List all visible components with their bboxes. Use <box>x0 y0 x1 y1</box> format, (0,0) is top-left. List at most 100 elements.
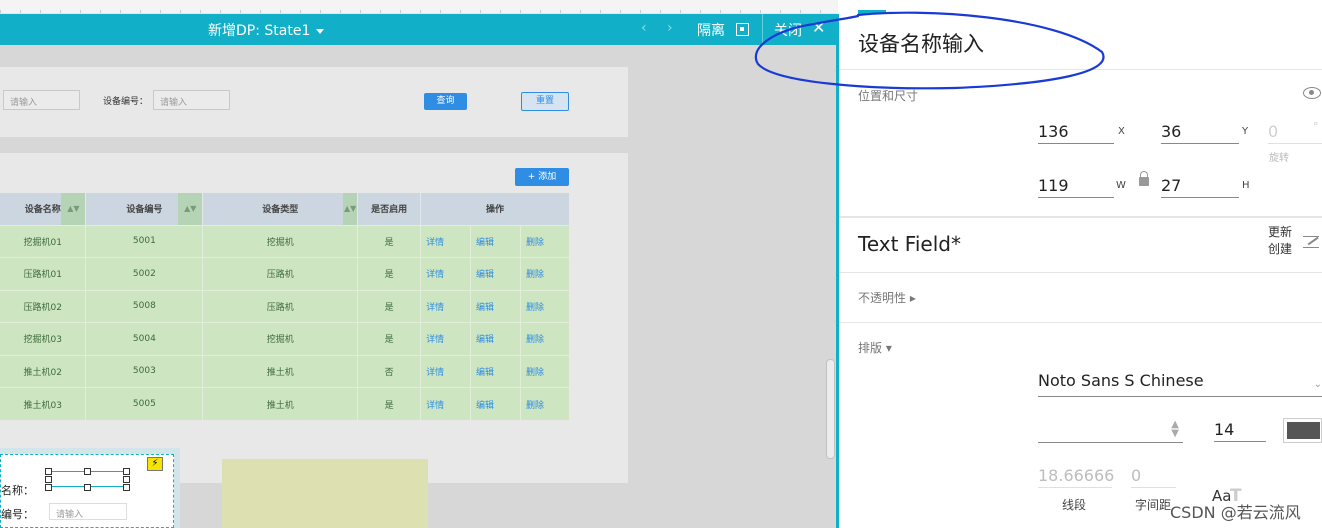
state-title-dropdown[interactable]: 新增DP: State1 <box>208 20 325 40</box>
cell-type: 挖掘机 <box>202 224 359 258</box>
divider <box>839 216 1322 218</box>
fit-screen-icon[interactable] <box>736 23 749 36</box>
code-input[interactable]: 请输入 <box>49 503 127 520</box>
cell-code: 5002 <box>85 257 204 290</box>
design-canvas[interactable]: 请输入 设备编号： 请输入 查询 重置 + 添加 设备名称 ▲▼ 设备编号 ▲▼ 设… <box>0 45 836 528</box>
edit-link[interactable]: 编辑 <box>470 354 521 388</box>
cell-name: 压路机02 <box>0 289 87 323</box>
table-row: 压路机01 5002 压路机 是 详情 编辑 删除 <box>0 257 571 290</box>
detail-link[interactable]: 详情 <box>420 257 472 290</box>
close-button[interactable]: 关闭 <box>774 20 802 40</box>
y-input[interactable]: 36 <box>1161 120 1239 144</box>
cell-code: 5008 <box>85 289 204 323</box>
cell-type: 挖掘机 <box>202 322 359 355</box>
code-label: 编号： <box>1 508 34 521</box>
divider <box>839 322 1322 323</box>
x-input[interactable]: 136 <box>1038 120 1114 144</box>
reset-button[interactable]: 重置 <box>521 92 569 111</box>
font-family-select[interactable]: Noto Sans S Chinese ⌄ <box>1038 371 1322 397</box>
resize-handle[interactable] <box>123 484 130 491</box>
text-color-swatch[interactable] <box>1283 418 1322 443</box>
letter-spacing-input[interactable]: 0 <box>1131 464 1176 488</box>
delete-link[interactable]: 删除 <box>520 354 571 388</box>
col-header-code[interactable]: 设备编号 ▲▼ <box>85 193 204 225</box>
edit-link[interactable]: 编辑 <box>470 224 521 258</box>
height-input[interactable]: 27 <box>1161 174 1239 198</box>
form-widget-selection[interactable]: 名称： ⚡ 编号： 请输入 <box>0 454 174 528</box>
line-height-input[interactable]: 18.66666 <box>1038 464 1114 488</box>
cell-enabled: 否 <box>357 354 422 388</box>
table-row: 挖掘机01 5001 挖掘机 是 详情 编辑 删除 <box>0 224 571 258</box>
cell-type: 推土机 <box>202 387 359 420</box>
delete-link[interactable]: 删除 <box>520 224 571 258</box>
resize-handle[interactable] <box>45 476 52 483</box>
detail-link[interactable]: 详情 <box>420 289 472 323</box>
resize-handle[interactable] <box>45 468 52 475</box>
chevron-down-icon <box>316 28 325 34</box>
detail-link[interactable]: 详情 <box>420 354 472 388</box>
font-size-input[interactable]: 14 <box>1214 418 1266 442</box>
update-create-button[interactable]: 更新 创建 <box>1268 224 1292 258</box>
rotation-label: 旋转 <box>1269 153 1289 164</box>
delete-link[interactable]: 删除 <box>520 322 571 355</box>
cell-type: 压路机 <box>202 289 359 323</box>
detail-link[interactable]: 详情 <box>420 387 472 420</box>
edit-link[interactable]: 编辑 <box>470 289 521 323</box>
next-arrow-icon[interactable]: › <box>667 20 673 36</box>
col-header-enabled[interactable]: 是否启用 <box>357 193 422 225</box>
isolate-button[interactable]: 隔离 <box>697 20 725 40</box>
delete-link[interactable]: 删除 <box>520 257 571 290</box>
interaction-bolt-icon[interactable]: ⚡ <box>147 457 163 471</box>
widget-name-field[interactable]: 设备名称输入 <box>858 28 984 58</box>
table-row: 推土机02 5003 推土机 否 详情 编辑 删除 <box>0 354 571 388</box>
add-button[interactable]: + 添加 <box>515 168 569 186</box>
selected-form-frame[interactable]: 名称： ⚡ 编号： 请输入 <box>0 448 180 528</box>
resize-handle[interactable] <box>84 484 91 491</box>
delete-link[interactable]: 删除 <box>520 289 571 323</box>
prev-arrow-icon[interactable]: ‹ <box>641 20 647 36</box>
edit-link[interactable]: 编辑 <box>470 257 521 290</box>
resize-handle[interactable] <box>84 468 91 475</box>
resize-handle[interactable] <box>123 468 130 475</box>
name-input-selected[interactable] <box>45 468 130 491</box>
sort-icon[interactable]: ▲▼ <box>178 193 203 225</box>
inspector-panel: 设备名称输入 位置和尺寸 136 X 36 Y 0 ° 旋转 119 W 27 … <box>839 14 1322 528</box>
table-header-row: 设备名称 ▲▼ 设备编号 ▲▼ 设备类型 ▲▼ 是否启用 操作 <box>0 193 570 225</box>
close-icon[interactable]: ✕ <box>812 18 825 37</box>
x-axis-label: X <box>1118 126 1125 137</box>
resize-handle[interactable] <box>45 484 52 491</box>
width-input[interactable]: 119 <box>1038 174 1114 198</box>
stepper-icon[interactable]: ▲ ▼ <box>1171 420 1179 439</box>
canvas-vertical-scrollbar[interactable] <box>826 359 835 459</box>
resize-handle[interactable] <box>123 476 130 483</box>
opacity-toggle[interactable]: 不透明性 ▸ <box>858 289 916 306</box>
lock-icon[interactable] <box>1139 171 1149 186</box>
w-axis-label: W <box>1116 180 1126 191</box>
first-search-input[interactable]: 请输入 <box>3 90 80 110</box>
degree-unit: ° <box>1313 120 1319 133</box>
table-row: 挖掘机03 5004 挖掘机 是 详情 编辑 删除 <box>0 322 571 355</box>
rotation-input[interactable]: 0 ° <box>1268 120 1322 144</box>
eye-icon[interactable] <box>1303 87 1321 99</box>
edit-link[interactable]: 编辑 <box>470 322 521 355</box>
search-panel: 请输入 设备编号： 请输入 查询 重置 <box>0 67 628 137</box>
col-header-name[interactable]: 设备名称 ▲▼ <box>0 193 87 225</box>
cell-code: 5005 <box>85 387 204 420</box>
device-no-input[interactable]: 请输入 <box>153 90 230 110</box>
edit-style-icon[interactable] <box>1303 236 1319 248</box>
font-weight-select[interactable]: ▲ ▼ <box>1038 418 1183 443</box>
table-row: 压路机02 5008 压路机 是 详情 编辑 删除 <box>0 289 571 323</box>
placeholder-rectangle[interactable] <box>222 459 428 528</box>
edit-link[interactable]: 编辑 <box>470 387 521 420</box>
header-separator <box>762 14 763 45</box>
typography-toggle[interactable]: 排版 ▾ <box>858 339 892 356</box>
sort-icon[interactable]: ▲▼ <box>343 193 358 225</box>
detail-link[interactable]: 详情 <box>420 224 472 258</box>
delete-link[interactable]: 删除 <box>520 387 571 420</box>
cell-enabled: 是 <box>357 289 422 323</box>
query-button[interactable]: 查询 <box>424 93 467 110</box>
detail-link[interactable]: 详情 <box>420 322 472 355</box>
sort-icon[interactable]: ▲▼ <box>61 193 86 225</box>
col-header-type[interactable]: 设备类型 ▲▼ <box>202 193 359 225</box>
col-header-actions: 操作 <box>420 193 570 225</box>
